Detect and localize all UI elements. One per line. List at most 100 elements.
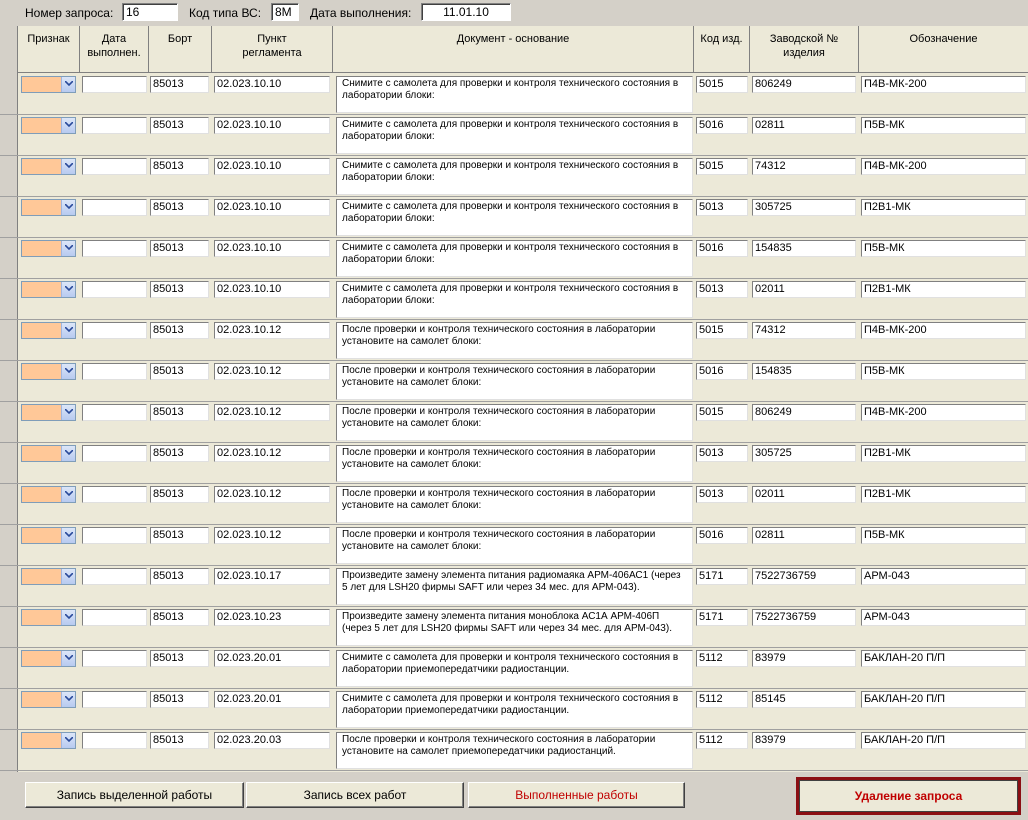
document-field[interactable]: Произведите замену элемента питания ради…: [336, 568, 693, 605]
sign-dropdown[interactable]: [21, 609, 76, 626]
item-code-field[interactable]: 5015: [696, 76, 748, 93]
item-code-field[interactable]: 5015: [696, 158, 748, 175]
document-field[interactable]: После проверки и контроля технического с…: [336, 404, 693, 441]
table-row[interactable]: 85013 02.023.10.17 Произведите замену элем…: [0, 566, 1028, 607]
sign-dropdown[interactable]: [21, 650, 76, 667]
designation-field[interactable]: АРМ-043: [861, 568, 1026, 585]
reg-item-field[interactable]: 02.023.10.12: [214, 445, 330, 462]
board-field[interactable]: 85013: [150, 486, 209, 503]
table-row[interactable]: 85013 02.023.10.10 Снимите с самолета для …: [0, 74, 1028, 115]
item-code-field[interactable]: 5015: [696, 404, 748, 421]
document-field[interactable]: Снимите с самолета для проверки и контро…: [336, 158, 693, 195]
sign-dropdown[interactable]: [21, 281, 76, 298]
serial-field[interactable]: 7522736759: [752, 568, 856, 585]
serial-field[interactable]: 85145: [752, 691, 856, 708]
item-code-field[interactable]: 5013: [696, 486, 748, 503]
designation-field[interactable]: П2В1-МК: [861, 199, 1026, 216]
chevron-down-icon[interactable]: [61, 610, 75, 625]
document-field[interactable]: Снимите с самолета для проверки и контро…: [336, 691, 693, 728]
board-field[interactable]: 85013: [150, 322, 209, 339]
save-selected-work-button[interactable]: Запись выделенной работы: [25, 782, 244, 808]
execution-date-field[interactable]: 11.01.10: [421, 3, 511, 21]
reg-item-field[interactable]: 02.023.10.12: [214, 486, 330, 503]
table-row[interactable]: 85013 02.023.10.12 После проверки и контро…: [0, 320, 1028, 361]
date-done-field[interactable]: [82, 691, 147, 708]
completed-works-button[interactable]: Выполненные работы: [468, 782, 685, 808]
table-row[interactable]: 85013 02.023.10.10 Снимите с самолета для …: [0, 279, 1028, 320]
document-field[interactable]: Снимите с самолета для проверки и контро…: [336, 76, 693, 113]
board-field[interactable]: 85013: [150, 404, 209, 421]
item-code-field[interactable]: 5171: [696, 568, 748, 585]
chevron-down-icon[interactable]: [61, 446, 75, 461]
chevron-down-icon[interactable]: [61, 118, 75, 133]
board-field[interactable]: 85013: [150, 199, 209, 216]
designation-field[interactable]: П5В-МК: [861, 527, 1026, 544]
date-done-field[interactable]: [82, 158, 147, 175]
table-row[interactable]: 85013 02.023.10.10 Снимите с самолета для …: [0, 156, 1028, 197]
board-field[interactable]: 85013: [150, 117, 209, 134]
date-done-field[interactable]: [82, 240, 147, 257]
designation-field[interactable]: П2В1-МК: [861, 281, 1026, 298]
chevron-down-icon[interactable]: [61, 528, 75, 543]
serial-field[interactable]: 305725: [752, 199, 856, 216]
sign-dropdown[interactable]: [21, 445, 76, 462]
board-field[interactable]: 85013: [150, 76, 209, 93]
chevron-down-icon[interactable]: [61, 692, 75, 707]
sign-dropdown[interactable]: [21, 76, 76, 93]
date-done-field[interactable]: [82, 486, 147, 503]
table-row[interactable]: 85013 02.023.10.10 Снимите с самолета для …: [0, 238, 1028, 279]
reg-item-field[interactable]: 02.023.10.10: [214, 199, 330, 216]
reg-item-field[interactable]: 02.023.10.10: [214, 158, 330, 175]
chevron-down-icon[interactable]: [61, 159, 75, 174]
document-field[interactable]: Снимите с самолета для проверки и контро…: [336, 240, 693, 277]
board-field[interactable]: 85013: [150, 732, 209, 749]
board-field[interactable]: 85013: [150, 527, 209, 544]
table-row[interactable]: 85013 02.023.10.10 Снимите с самолета для …: [0, 197, 1028, 238]
board-field[interactable]: 85013: [150, 445, 209, 462]
designation-field[interactable]: П4В-МК-200: [861, 76, 1026, 93]
board-field[interactable]: 85013: [150, 609, 209, 626]
document-field[interactable]: После проверки и контроля технического с…: [336, 322, 693, 359]
item-code-field[interactable]: 5016: [696, 240, 748, 257]
serial-field[interactable]: 02811: [752, 527, 856, 544]
board-field[interactable]: 85013: [150, 568, 209, 585]
reg-item-field[interactable]: 02.023.10.12: [214, 527, 330, 544]
save-all-works-button[interactable]: Запись всех работ: [246, 782, 464, 808]
table-row[interactable]: 85013 02.023.20.03 После проверки и контро…: [0, 730, 1028, 771]
item-code-field[interactable]: 5112: [696, 650, 748, 667]
table-row[interactable]: 85013 02.023.10.12 После проверки и контро…: [0, 402, 1028, 443]
sign-dropdown[interactable]: [21, 568, 76, 585]
chevron-down-icon[interactable]: [61, 487, 75, 502]
serial-field[interactable]: 02011: [752, 486, 856, 503]
sign-dropdown[interactable]: [21, 322, 76, 339]
board-field[interactable]: 85013: [150, 363, 209, 380]
date-done-field[interactable]: [82, 732, 147, 749]
aircraft-type-field[interactable]: 8М: [271, 3, 299, 21]
chevron-down-icon[interactable]: [61, 241, 75, 256]
date-done-field[interactable]: [82, 650, 147, 667]
board-field[interactable]: 85013: [150, 281, 209, 298]
item-code-field[interactable]: 5016: [696, 527, 748, 544]
date-done-field[interactable]: [82, 117, 147, 134]
table-row[interactable]: 85013 02.023.10.10 Снимите с самолета для …: [0, 115, 1028, 156]
date-done-field[interactable]: [82, 322, 147, 339]
sign-dropdown[interactable]: [21, 732, 76, 749]
serial-field[interactable]: 74312: [752, 158, 856, 175]
item-code-field[interactable]: 5013: [696, 445, 748, 462]
designation-field[interactable]: БАКЛАН-20 П/П: [861, 691, 1026, 708]
designation-field[interactable]: П2В1-МК: [861, 445, 1026, 462]
reg-item-field[interactable]: 02.023.10.10: [214, 117, 330, 134]
date-done-field[interactable]: [82, 404, 147, 421]
serial-field[interactable]: 154835: [752, 240, 856, 257]
chevron-down-icon[interactable]: [61, 405, 75, 420]
table-row[interactable]: 85013 02.023.10.12 После проверки и контро…: [0, 484, 1028, 525]
sign-dropdown[interactable]: [21, 691, 76, 708]
designation-field[interactable]: П2В1-МК: [861, 486, 1026, 503]
designation-field[interactable]: П4В-МК-200: [861, 158, 1026, 175]
document-field[interactable]: После проверки и контроля технического с…: [336, 527, 693, 564]
table-row[interactable]: 85013 02.023.10.12 После проверки и контро…: [0, 443, 1028, 484]
sign-dropdown[interactable]: [21, 363, 76, 380]
date-done-field[interactable]: [82, 76, 147, 93]
serial-field[interactable]: 02011: [752, 281, 856, 298]
designation-field[interactable]: БАКЛАН-20 П/П: [861, 732, 1026, 749]
